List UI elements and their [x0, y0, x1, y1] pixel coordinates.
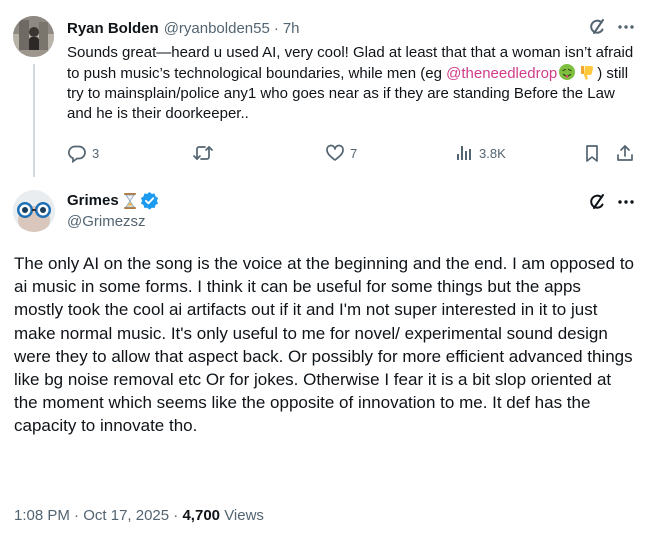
- repost-icon: [193, 146, 213, 160]
- heart-icon: [326, 144, 344, 161]
- repost-button[interactable]: [192, 143, 219, 163]
- main-author-name[interactable]: Grimes: [67, 192, 119, 209]
- comment-icon: [68, 145, 86, 163]
- reply-button[interactable]: 3: [67, 143, 99, 163]
- more-options-icon[interactable]: [617, 18, 635, 36]
- reply-count: 3: [92, 145, 100, 161]
- reply-tweet[interactable]: Ryan Bolden @ryanbolden55 · 7h Sounds gr…: [0, 0, 650, 177]
- analytics-icon: [457, 146, 471, 160]
- grok-icon[interactable]: [587, 192, 607, 212]
- meta-separator: ·: [173, 507, 179, 524]
- tweet-views-count: 4,700: [182, 507, 221, 524]
- tweet-views-label: Views: [224, 507, 264, 524]
- like-count: 7: [350, 145, 358, 161]
- reply-action-bar: 3 7 3.8K: [67, 143, 639, 165]
- thumbs-down-emoji: [578, 63, 596, 81]
- reply-top-actions: [587, 17, 635, 37]
- reply-timestamp[interactable]: 7h: [283, 20, 300, 37]
- more-options-icon[interactable]: [617, 193, 635, 211]
- nauseated-face-emoji: [558, 63, 576, 81]
- share-button[interactable]: [615, 143, 635, 163]
- verified-badge-icon[interactable]: [140, 191, 159, 210]
- reply-author-handle[interactable]: @ryanbolden55: [164, 20, 270, 37]
- main-top-actions: [587, 192, 635, 212]
- reply-author-avatar[interactable]: [13, 16, 54, 57]
- reply-tweet-text: Sounds great—heard u used AI, very cool!…: [67, 43, 639, 124]
- hourglass-emoji: [123, 192, 137, 210]
- tweet-time[interactable]: 1:08 PM: [14, 507, 70, 524]
- share-icon: [617, 145, 633, 161]
- thread-connector-line: [33, 64, 35, 177]
- main-author-name-row: Grimes: [67, 191, 159, 210]
- main-tweet: Grimes @Grimezsz The only AI on the song…: [0, 176, 650, 534]
- bookmark-button[interactable]: [582, 143, 602, 163]
- header-separator: ·: [273, 19, 279, 37]
- bookmark-icon: [586, 145, 598, 162]
- views-button[interactable]: 3.8K: [454, 143, 506, 163]
- main-tweet-text: The only AI on the song is the voice at …: [14, 254, 634, 436]
- main-author-avatar[interactable]: [13, 190, 55, 232]
- grok-icon[interactable]: [587, 17, 607, 37]
- like-button[interactable]: 7: [325, 143, 357, 163]
- reply-header: Ryan Bolden @ryanbolden55 · 7h: [67, 18, 300, 38]
- reply-author-name[interactable]: Ryan Bolden: [67, 20, 159, 37]
- views-count: 3.8K: [479, 145, 506, 161]
- meta-separator: ·: [74, 507, 80, 524]
- tweet-date[interactable]: Oct 17, 2025: [83, 507, 169, 524]
- tweet-metadata: 1:08 PM · Oct 17, 2025 · 4,700 Views: [14, 507, 264, 524]
- main-author-handle[interactable]: @Grimezsz: [67, 213, 146, 230]
- mention-link[interactable]: @theneedledrop: [446, 65, 557, 82]
